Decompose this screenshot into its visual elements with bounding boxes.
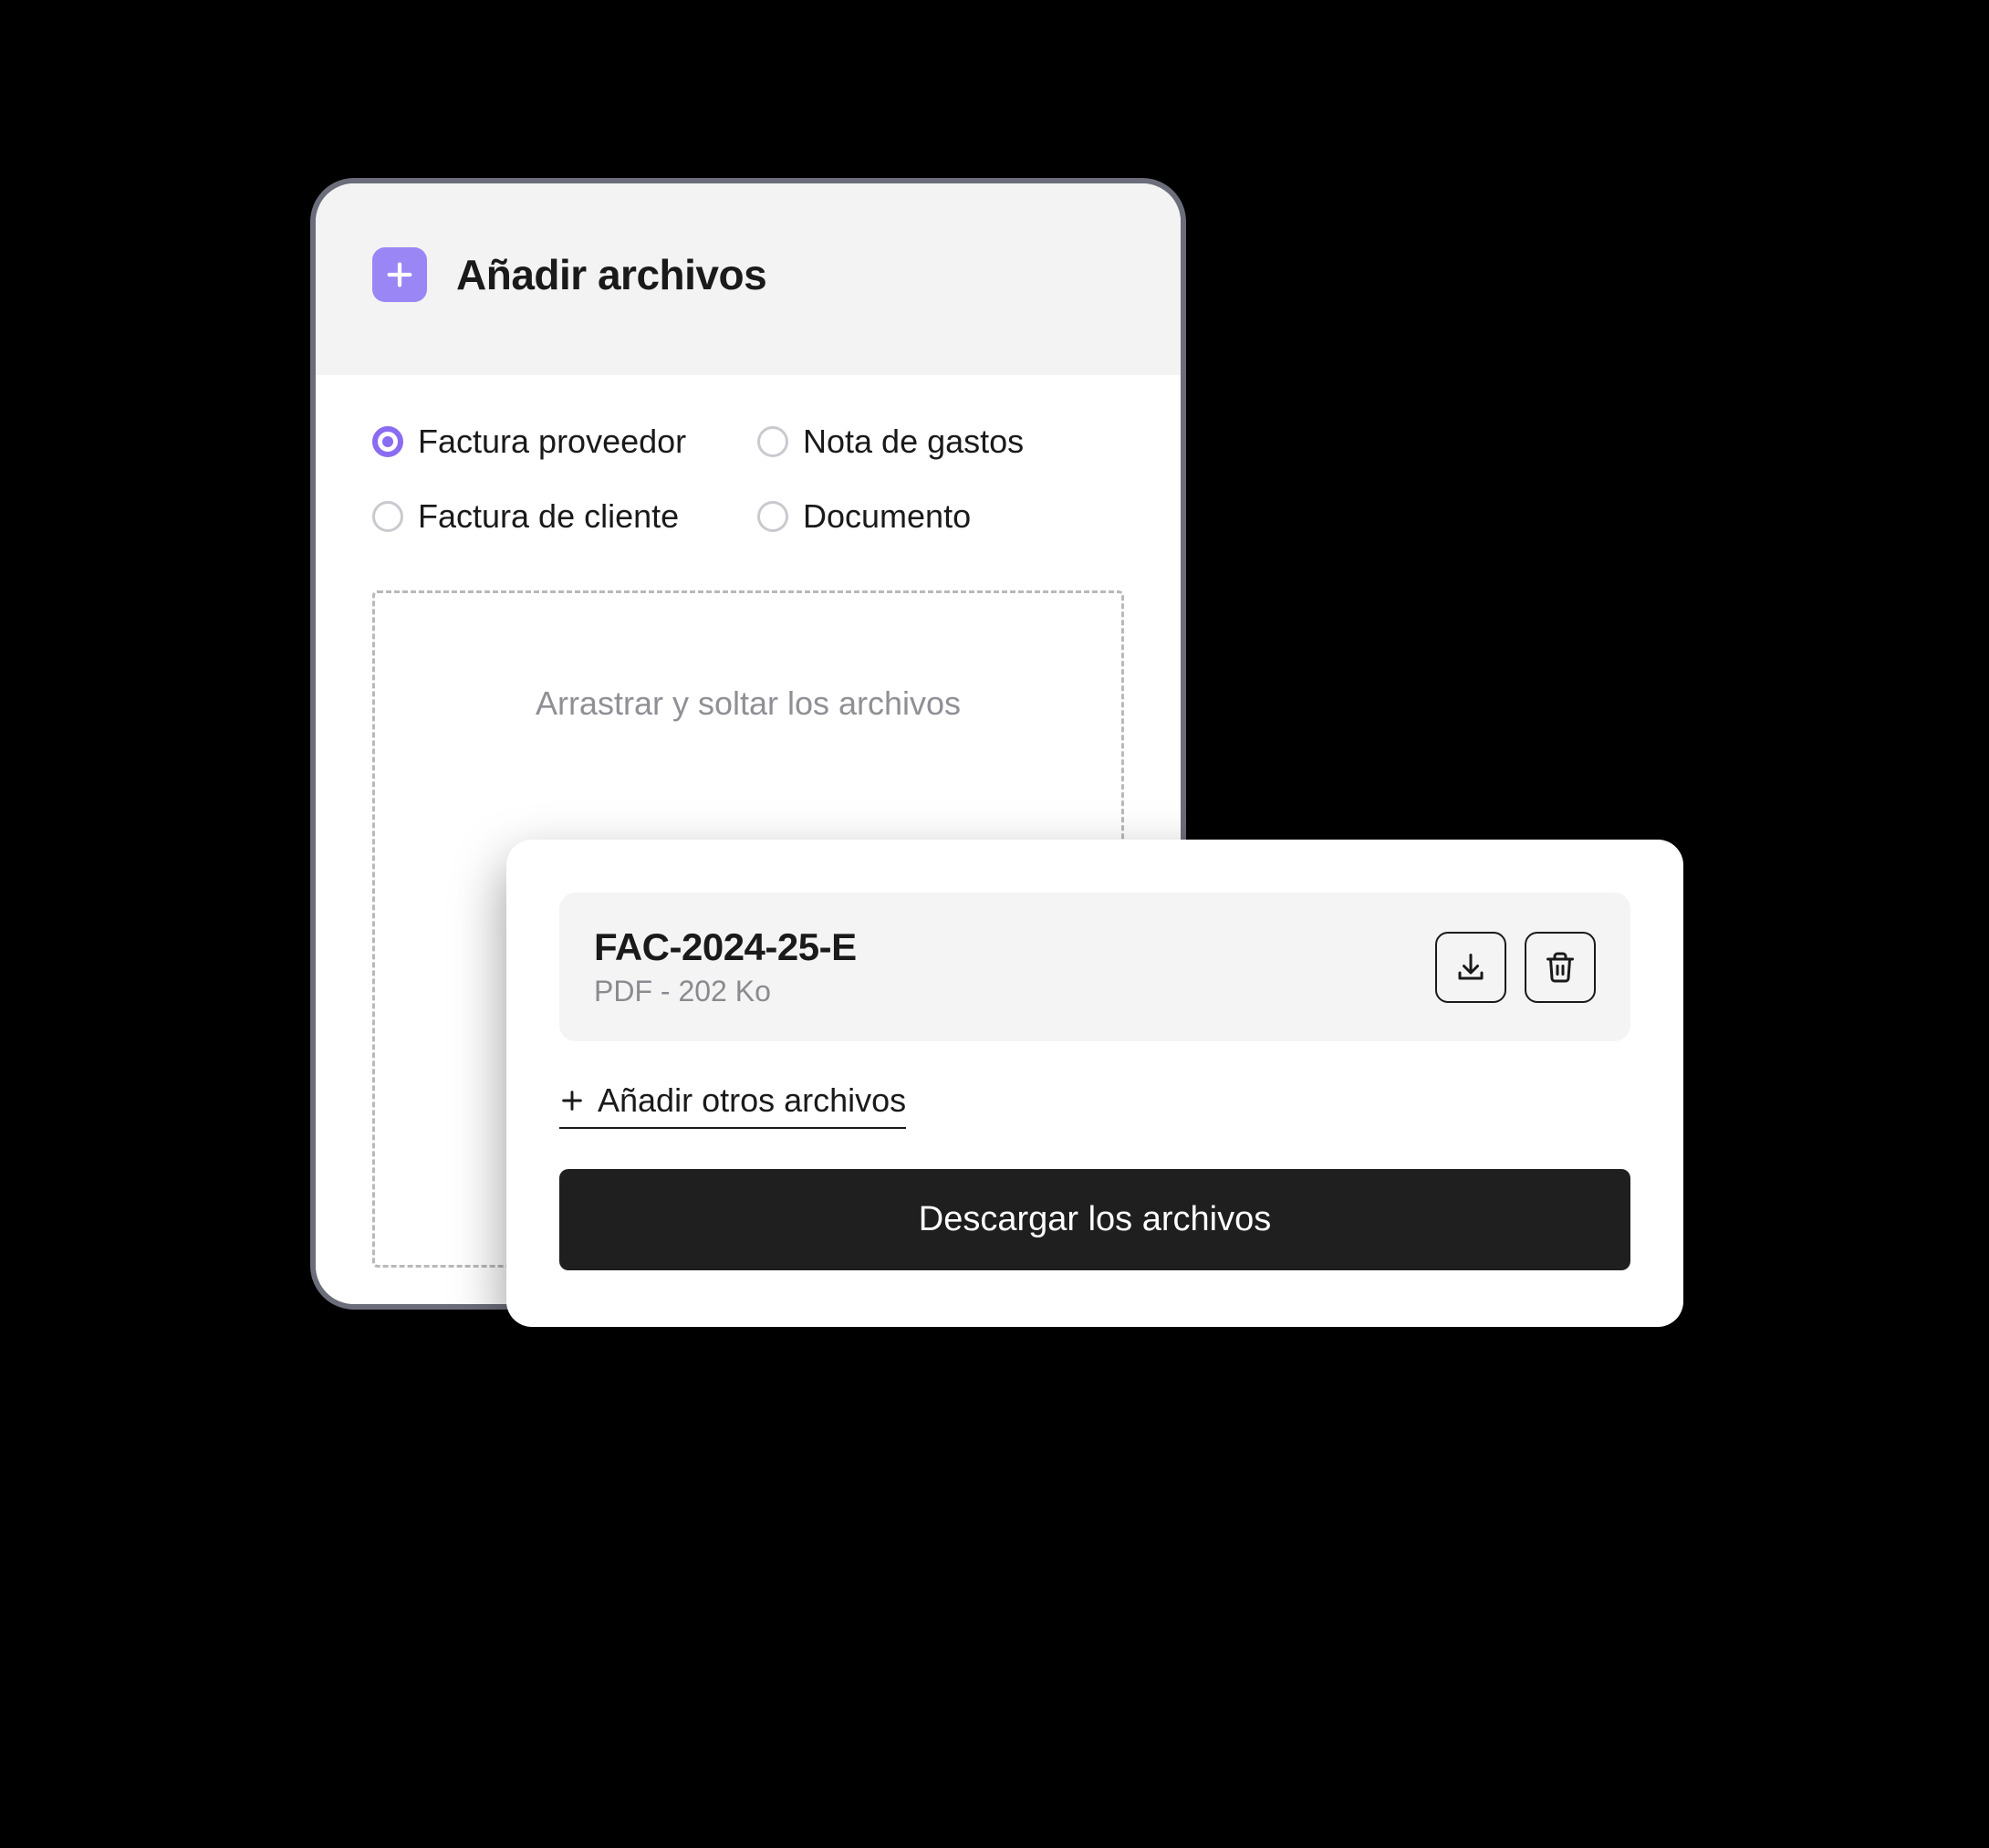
radio-icon <box>757 501 788 532</box>
download-all-label: Descargar los archivos <box>919 1200 1271 1238</box>
download-file-button[interactable] <box>1435 932 1506 1003</box>
radio-label: Nota de gastos <box>803 423 1024 461</box>
file-meta: PDF - 202 Ko <box>594 975 1417 1008</box>
option-factura-de-cliente[interactable]: Factura de cliente <box>372 497 739 536</box>
file-row: FAC-2024-25-E PDF - 202 Ko <box>559 893 1630 1041</box>
trash-icon <box>1544 951 1577 984</box>
download-all-button[interactable]: Descargar los archivos <box>559 1169 1630 1270</box>
option-documento[interactable]: Documento <box>757 497 1124 536</box>
radio-icon <box>372 426 403 457</box>
dropzone-text: Arrastrar y soltar los archivos <box>536 684 961 723</box>
option-nota-de-gastos[interactable]: Nota de gastos <box>757 423 1124 461</box>
download-icon <box>1454 951 1487 984</box>
plus-icon <box>559 1088 585 1113</box>
plus-icon <box>372 247 427 302</box>
option-factura-proveedor[interactable]: Factura proveedor <box>372 423 739 461</box>
file-info: FAC-2024-25-E PDF - 202 Ko <box>594 925 1417 1008</box>
delete-file-button[interactable] <box>1525 932 1596 1003</box>
radio-label: Factura de cliente <box>418 497 679 536</box>
add-more-files-link[interactable]: Añadir otros archivos <box>559 1081 906 1129</box>
radio-label: Documento <box>803 497 971 536</box>
panel-header: Añadir archivos <box>316 183 1181 375</box>
file-name: FAC-2024-25-E <box>594 925 1417 969</box>
file-actions-panel: FAC-2024-25-E PDF - 202 Ko <box>506 840 1683 1327</box>
radio-label: Factura proveedor <box>418 423 686 461</box>
radio-icon <box>372 501 403 532</box>
radio-icon <box>757 426 788 457</box>
panel-title: Añadir archivos <box>456 250 766 299</box>
add-more-label: Añadir otros archivos <box>598 1081 906 1120</box>
file-type-options: Factura proveedor Nota de gastos Factura… <box>372 423 1124 536</box>
